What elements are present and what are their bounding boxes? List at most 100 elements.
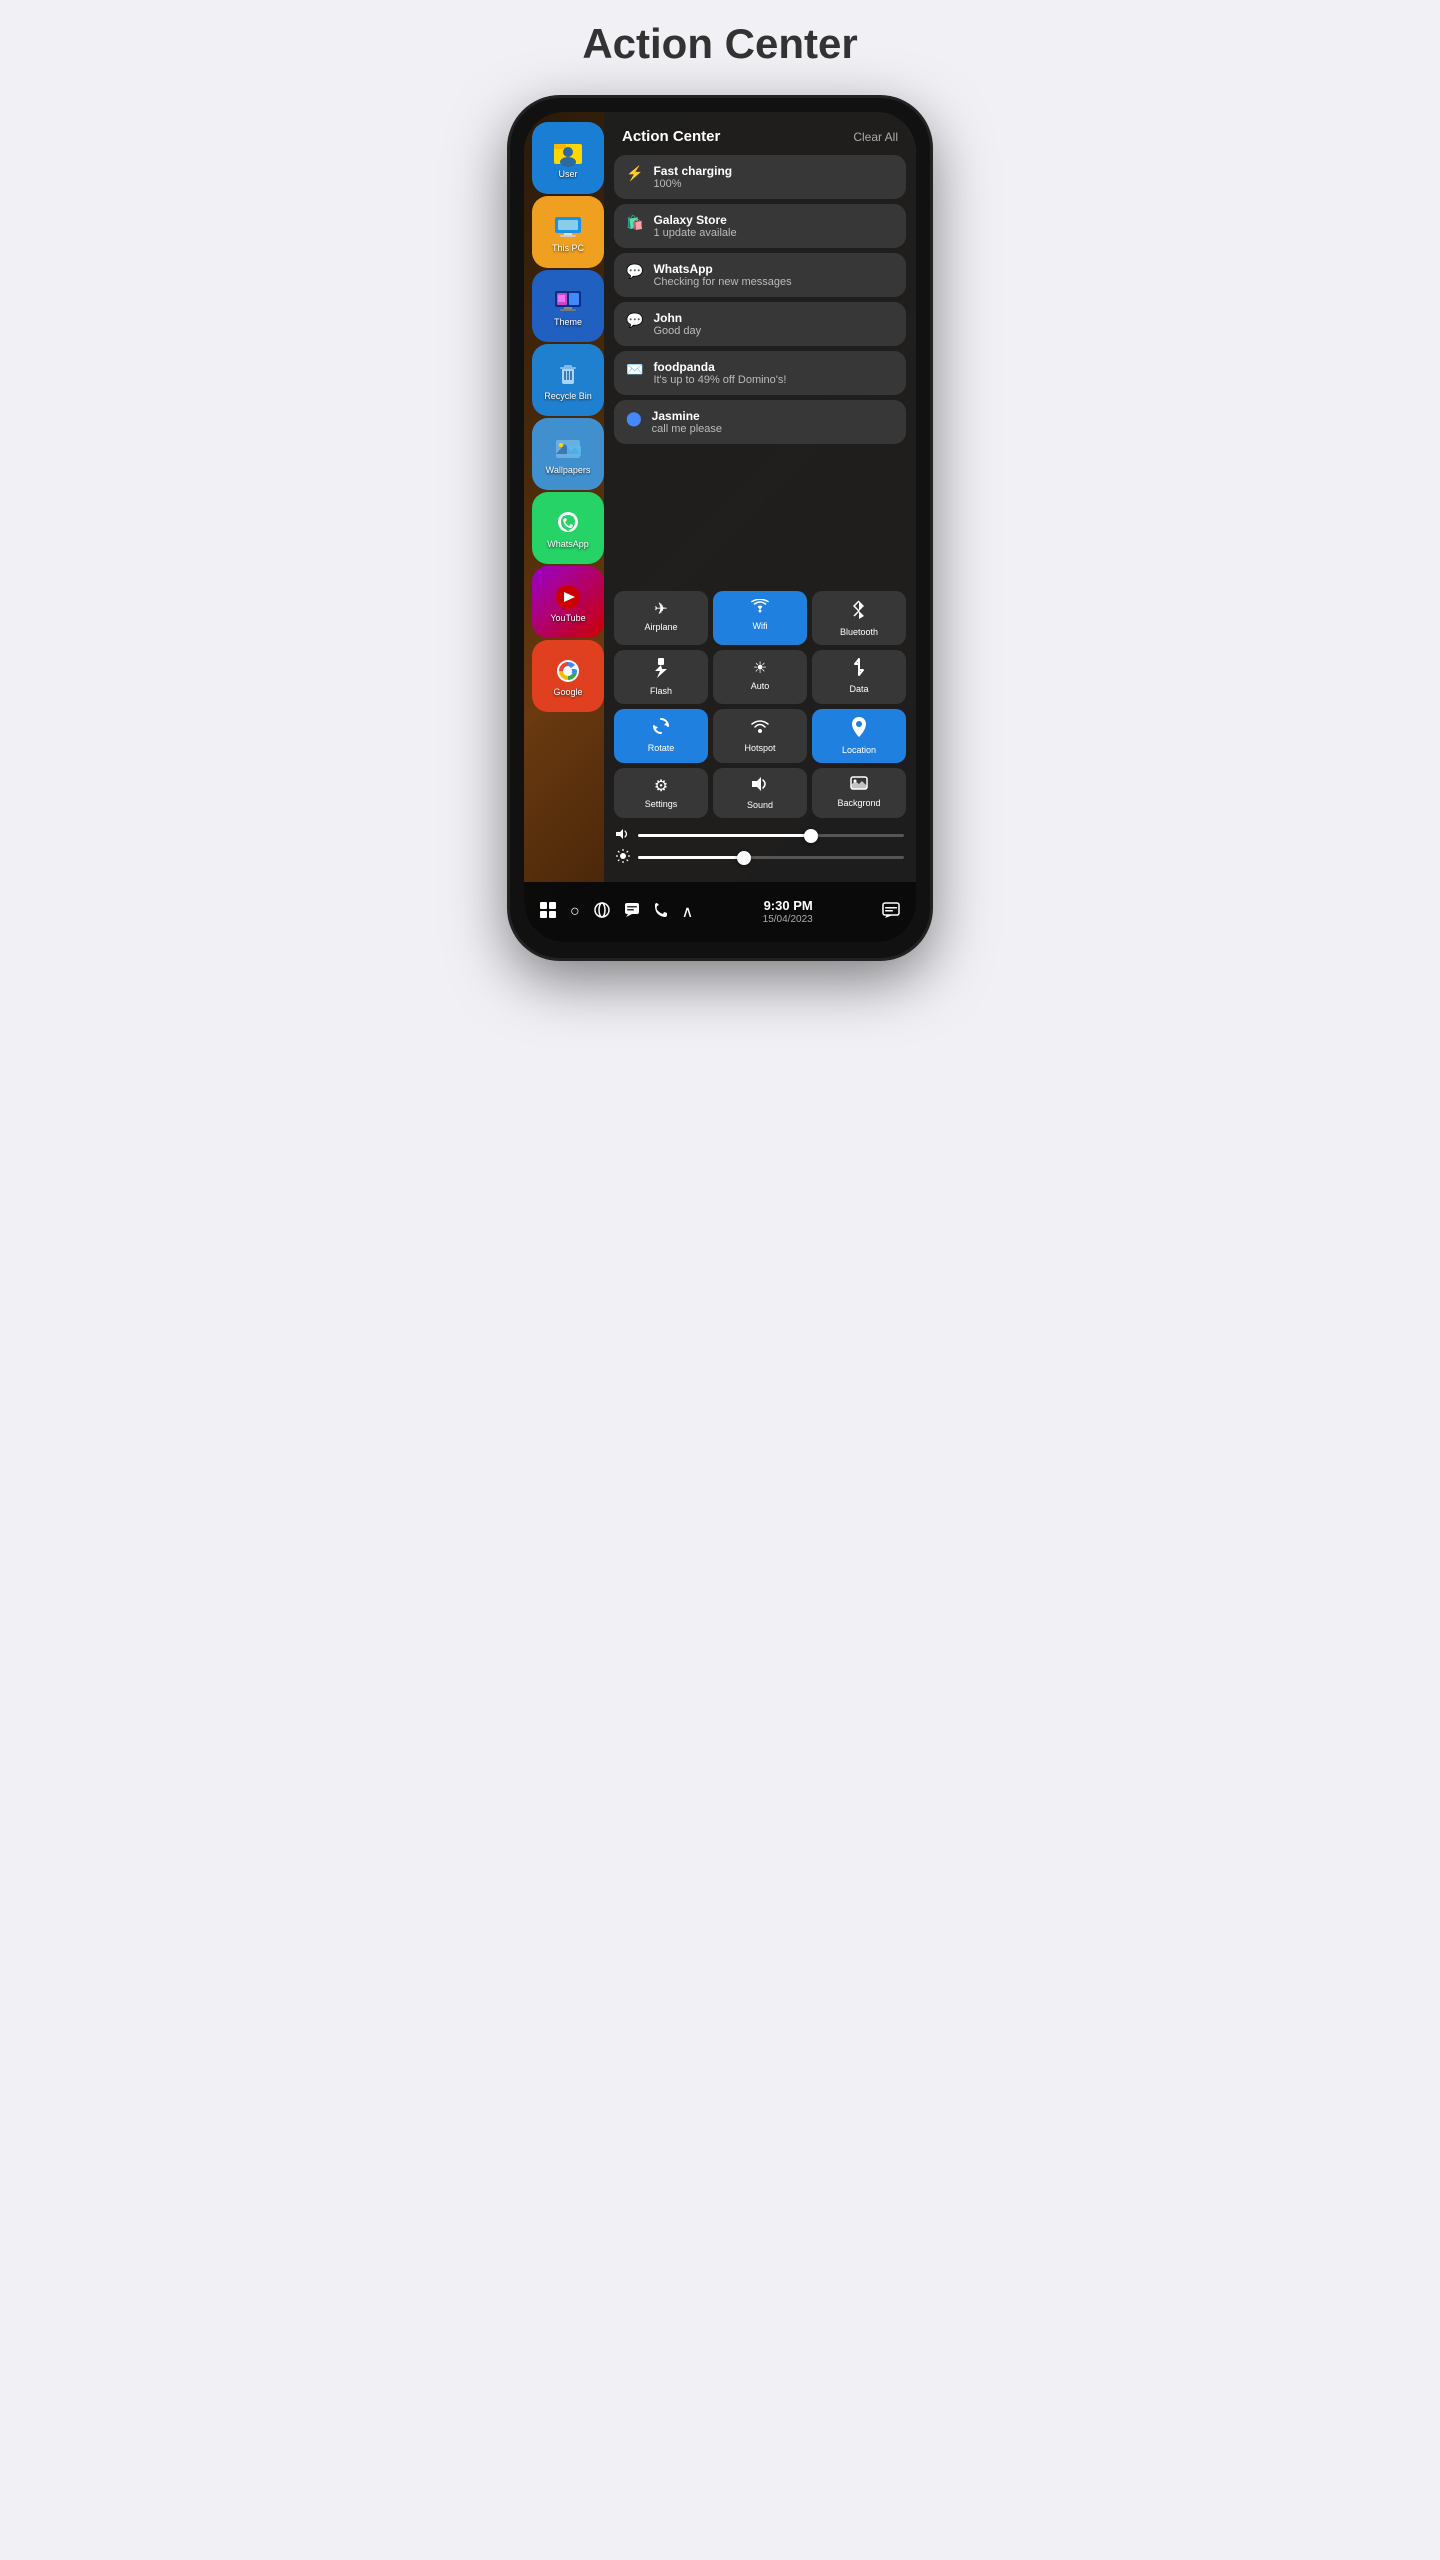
toggle-sound[interactable]: Sound bbox=[713, 768, 807, 818]
sidebar-item-recycle-bin[interactable]: Recycle Bin bbox=[532, 344, 604, 416]
nav-message-icon[interactable] bbox=[882, 902, 900, 923]
volume-icon bbox=[616, 828, 630, 843]
nav-opera-icon[interactable] bbox=[594, 902, 610, 923]
quick-toggles-grid: ✈ Airplane bbox=[604, 583, 916, 822]
page-title: Action Center bbox=[582, 20, 857, 68]
wallpapers-icon bbox=[551, 432, 585, 466]
notif-galaxy-title: Galaxy Store bbox=[653, 213, 736, 227]
volume-thumb[interactable] bbox=[804, 829, 818, 843]
sidebar-item-theme[interactable]: Theme bbox=[532, 270, 604, 342]
nav-grid-icon[interactable] bbox=[540, 902, 556, 923]
sidebar-item-wallpapers-label: Wallpapers bbox=[546, 466, 591, 476]
sidebar-item-youtube[interactable]: YouTube bbox=[532, 566, 604, 638]
sidebar-item-user-label: User bbox=[558, 170, 577, 180]
sidebar-item-whatsapp[interactable]: WhatsApp bbox=[532, 492, 604, 564]
hotspot-label: Hotspot bbox=[744, 743, 775, 753]
toggle-auto[interactable]: ☀ Auto bbox=[713, 650, 807, 704]
notif-whatsapp[interactable]: 💬 WhatsApp Checking for new messages bbox=[614, 253, 906, 297]
brightness-thumb[interactable] bbox=[737, 851, 751, 865]
sidebar-item-recycle-label: Recycle Bin bbox=[544, 392, 592, 402]
notif-jasmine[interactable]: ⬤ Jasmine call me please bbox=[614, 400, 906, 444]
charging-icon: ⚡ bbox=[626, 165, 643, 182]
page-wrapper: Action Center bbox=[440, 20, 1000, 958]
toggle-bluetooth[interactable]: Bluetooth bbox=[812, 591, 906, 645]
background-label: Backgrond bbox=[837, 798, 880, 808]
notif-john-body: Good day bbox=[653, 325, 701, 337]
nav-up-icon[interactable]: ∧ bbox=[682, 902, 694, 922]
notif-whatsapp-title: WhatsApp bbox=[653, 262, 791, 276]
jasmine-icon: ⬤ bbox=[626, 410, 642, 427]
background-icon bbox=[850, 776, 868, 795]
brightness-fill bbox=[638, 856, 744, 859]
rotate-icon bbox=[652, 717, 670, 740]
toggle-flash[interactable]: Flash bbox=[614, 650, 708, 704]
notif-john-content: John Good day bbox=[653, 311, 701, 337]
toggle-background[interactable]: Backgrond bbox=[812, 768, 906, 818]
whatsapp-notif-icon: 💬 bbox=[626, 263, 643, 280]
sidebar-item-pc-label: This PC bbox=[552, 244, 584, 254]
toggle-rotate[interactable]: Rotate bbox=[614, 709, 708, 763]
nav-icons-left: ○ bbox=[540, 902, 693, 923]
this-pc-icon bbox=[551, 210, 585, 244]
toggle-wifi[interactable]: Wifi bbox=[713, 591, 807, 645]
brightness-icon bbox=[616, 849, 630, 866]
sidebar-item-theme-label: Theme bbox=[554, 318, 582, 328]
notif-whatsapp-content: WhatsApp Checking for new messages bbox=[653, 262, 791, 288]
phone-inner: User This PC bbox=[524, 112, 916, 942]
sidebar-item-wallpapers[interactable]: Wallpapers bbox=[532, 418, 604, 490]
notif-galaxy-body: 1 update availale bbox=[653, 227, 736, 239]
toggle-airplane[interactable]: ✈ Airplane bbox=[614, 591, 708, 645]
notif-john[interactable]: 💬 John Good day bbox=[614, 302, 906, 346]
notif-galaxy-content: Galaxy Store 1 update availale bbox=[653, 213, 736, 239]
settings-label: Settings bbox=[645, 799, 678, 809]
phone-content: User This PC bbox=[524, 112, 916, 942]
notif-charging-title: Fast charging bbox=[653, 164, 732, 178]
notif-jasmine-content: Jasmine call me please bbox=[652, 409, 722, 435]
toggle-hotspot[interactable]: Hotspot bbox=[713, 709, 807, 763]
toggle-settings[interactable]: ⚙ Settings bbox=[614, 768, 708, 818]
nav-phone-icon[interactable] bbox=[654, 902, 668, 923]
flash-icon bbox=[653, 658, 669, 683]
bluetooth-icon bbox=[852, 599, 866, 624]
airplane-label: Airplane bbox=[644, 622, 677, 632]
notif-charging[interactable]: ⚡ Fast charging 100% bbox=[614, 155, 906, 199]
wifi-icon bbox=[751, 599, 769, 618]
sidebar-item-google-label: Google bbox=[553, 688, 582, 698]
sidebar-item-whatsapp-label: WhatsApp bbox=[547, 540, 589, 550]
notif-charging-content: Fast charging 100% bbox=[653, 164, 732, 190]
bottom-nav: ○ bbox=[524, 882, 916, 942]
sidebar-apps: User This PC bbox=[524, 112, 612, 882]
volume-slider-row bbox=[616, 828, 904, 843]
nav-chat-icon[interactable] bbox=[624, 902, 640, 923]
sound-icon bbox=[751, 776, 769, 797]
phone-outer: User This PC bbox=[510, 98, 930, 958]
brightness-track[interactable] bbox=[638, 856, 904, 859]
user-icon bbox=[551, 136, 585, 170]
airplane-icon: ✈ bbox=[654, 599, 667, 619]
location-label: Location bbox=[842, 745, 876, 755]
sidebar-item-google[interactable]: Google bbox=[532, 640, 604, 712]
notifications-list: ⚡ Fast charging 100% 🛍️ Galaxy Store 1 u… bbox=[604, 155, 916, 583]
flash-label: Flash bbox=[650, 686, 672, 696]
action-panel: Action Center Clear All ⚡ Fast charging … bbox=[604, 112, 916, 882]
volume-track[interactable] bbox=[638, 834, 904, 837]
clear-all-button[interactable]: Clear All bbox=[853, 130, 898, 144]
brightness-slider-row bbox=[616, 849, 904, 866]
notif-foodpanda[interactable]: ✉️ foodpanda It's up to 49% off Domino's… bbox=[614, 351, 906, 395]
sidebar-item-this-pc[interactable]: This PC bbox=[532, 196, 604, 268]
toggle-location[interactable]: Location bbox=[812, 709, 906, 763]
nav-circle-icon[interactable]: ○ bbox=[570, 903, 580, 921]
recycle-bin-icon bbox=[551, 358, 585, 392]
volume-fill bbox=[638, 834, 811, 837]
sound-label: Sound bbox=[747, 800, 773, 810]
notif-galaxy[interactable]: 🛍️ Galaxy Store 1 update availale bbox=[614, 204, 906, 248]
bluetooth-label: Bluetooth bbox=[840, 627, 878, 637]
notif-foodpanda-title: foodpanda bbox=[653, 360, 786, 374]
sidebar-item-user[interactable]: User bbox=[532, 122, 604, 194]
nav-date: 15/04/2023 bbox=[763, 914, 813, 925]
action-header: Action Center Clear All bbox=[604, 112, 916, 155]
galaxy-icon: 🛍️ bbox=[626, 214, 643, 231]
toggle-data[interactable]: Data bbox=[812, 650, 906, 704]
notif-foodpanda-content: foodpanda It's up to 49% off Domino's! bbox=[653, 360, 786, 386]
data-icon bbox=[851, 658, 867, 681]
